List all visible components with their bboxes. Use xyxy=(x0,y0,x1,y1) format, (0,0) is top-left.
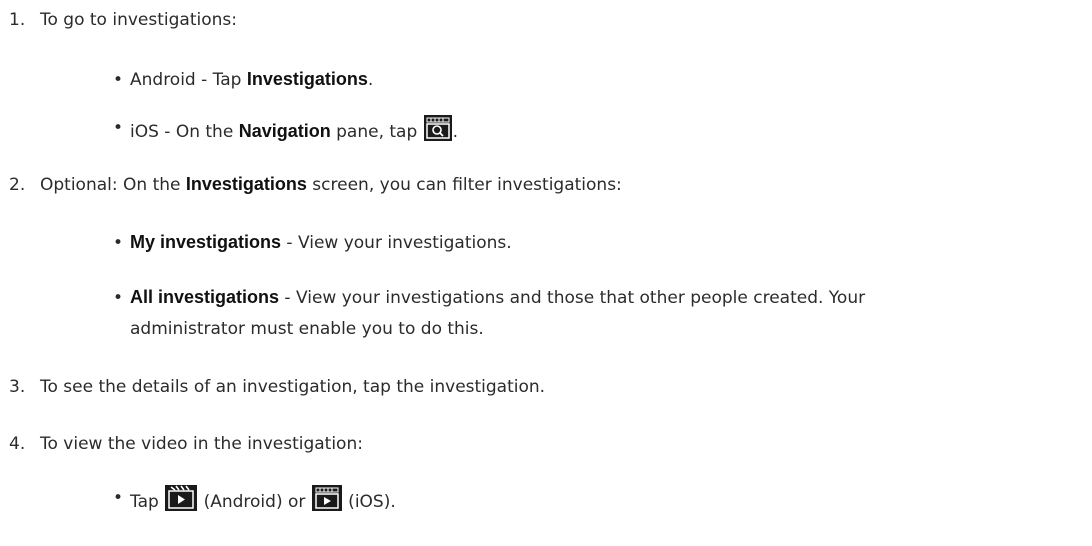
bullet-dot: • xyxy=(113,70,124,90)
bullet-all-investigations: • All investigations - View your investig… xyxy=(113,282,865,313)
ui-label-investigations: Investigations xyxy=(185,174,307,194)
ui-label-all-investigations: All investigations xyxy=(130,287,280,307)
bullet-dot: • xyxy=(113,233,124,253)
bullet-dot: • xyxy=(113,488,124,508)
bullet-my-investigations: • My investigations - View your investiga… xyxy=(113,227,512,258)
step-3: 3. To see the details of an investigation… xyxy=(0,375,545,399)
video-play-icon-ios xyxy=(311,485,342,511)
step-number: 3. xyxy=(9,377,26,397)
step-text: To go to investigations: xyxy=(40,10,237,30)
step-1: 1. To go to investigations: xyxy=(0,8,237,32)
bullet-view-video: • Tap (Android) or (iOS). xyxy=(113,485,396,517)
bullet-ios-investigations: • iOS - On the Navigation pane, tap . xyxy=(113,115,458,147)
video-play-icon-android xyxy=(165,485,198,511)
step-4: 4. To view the video in the investigation… xyxy=(0,432,363,456)
bullet-all-investigations-continued: administrator must enable you to do this… xyxy=(130,319,484,339)
ui-label-my-investigations: My investigations xyxy=(130,232,282,252)
ui-label-navigation: Navigation xyxy=(238,121,331,141)
step-number: 2. xyxy=(9,175,26,195)
step-text: To see the details of an investigation, … xyxy=(40,377,546,397)
step-2: 2. Optional: On the Investigations screen… xyxy=(0,172,622,197)
step-number: 4. xyxy=(9,434,26,454)
investigations-icon xyxy=(423,115,452,141)
ui-label-investigations: Investigations xyxy=(246,69,368,89)
bullet-dot: • xyxy=(113,288,124,308)
step-number: 1. xyxy=(9,10,26,30)
bullet-dot: • xyxy=(113,118,124,138)
step-text: To view the video in the investigation: xyxy=(40,434,363,454)
bullet-android-investigations: • Android - Tap Investigations. xyxy=(113,64,373,95)
